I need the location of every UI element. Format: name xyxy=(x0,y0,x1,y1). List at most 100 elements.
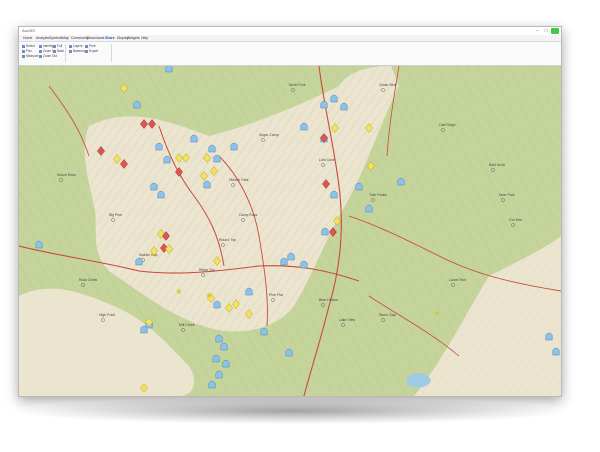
title-bar: ArcGIS – □ × xyxy=(19,27,561,35)
shelter-marker-icon[interactable] xyxy=(212,354,220,363)
tool-icon xyxy=(39,49,42,53)
place-label: Deer Park xyxy=(499,193,515,197)
shelter-marker-icon[interactable] xyxy=(215,370,223,379)
shelter-marker-icon[interactable] xyxy=(340,102,348,111)
ribbon-button[interactable]: Basemap xyxy=(69,49,86,53)
shelter-marker-icon[interactable] xyxy=(397,177,405,186)
ribbon-button[interactable]: Measure xyxy=(22,54,38,58)
menu-item[interactable]: Symbols xyxy=(49,35,62,41)
close-icon[interactable]: × xyxy=(551,28,559,34)
place-label: Mount Ross xyxy=(57,173,76,177)
menu-bar: Home Analysis Symbols Map Community Downloads… xyxy=(19,35,561,42)
star-marker-icon[interactable]: ★ xyxy=(205,291,212,300)
menu-item[interactable]: Home xyxy=(23,35,32,41)
shelter-marker-icon[interactable] xyxy=(355,182,363,191)
menu-item[interactable]: Widgets xyxy=(127,35,140,41)
ribbon-separator xyxy=(111,44,112,62)
ribbon-button-label: Identify xyxy=(43,44,54,48)
shelter-marker-icon[interactable] xyxy=(330,190,338,199)
star-marker-icon[interactable]: ★ xyxy=(175,287,182,296)
place-label: Fox Den xyxy=(509,218,522,222)
ribbon-button-label: Select xyxy=(26,44,35,48)
menu-item[interactable]: Downloads xyxy=(87,35,104,41)
place-label: Hidden Falls xyxy=(229,178,249,182)
shelter-marker-icon[interactable] xyxy=(300,260,308,269)
ribbon-button-label: Pan xyxy=(26,49,32,53)
shelter-marker-icon[interactable] xyxy=(365,204,373,213)
shelter-marker-icon[interactable] xyxy=(220,342,228,351)
ribbon-button[interactable]: Pan xyxy=(22,49,32,53)
shelter-marker-icon[interactable] xyxy=(280,257,288,266)
ribbon-button[interactable]: Select xyxy=(22,44,35,48)
shelter-marker-icon[interactable] xyxy=(155,142,163,151)
maximize-icon[interactable]: □ xyxy=(542,28,550,34)
ribbon-button[interactable]: Layers xyxy=(69,44,83,48)
shelter-marker-icon[interactable] xyxy=(215,334,223,343)
shelter-marker-icon[interactable] xyxy=(150,182,158,191)
ribbon-button-label: Print xyxy=(89,44,96,48)
shelter-marker-icon[interactable] xyxy=(203,180,211,189)
menu-item[interactable]: Analysis xyxy=(36,35,49,41)
ribbon-separator xyxy=(65,44,66,62)
shelter-marker-icon[interactable] xyxy=(321,227,329,236)
shelter-marker-icon[interactable] xyxy=(300,122,308,131)
place-label: Lost Cove xyxy=(319,158,335,162)
shelter-marker-icon[interactable] xyxy=(135,257,143,266)
tool-icon xyxy=(39,54,42,58)
place-label: Lake View xyxy=(339,318,356,322)
shelter-marker-icon[interactable] xyxy=(190,134,198,143)
shelter-marker-icon[interactable] xyxy=(35,240,43,249)
shelter-marker-icon[interactable] xyxy=(287,252,295,261)
shelter-marker-icon[interactable] xyxy=(208,380,216,389)
minimize-icon[interactable]: – xyxy=(533,28,541,34)
ribbon-button[interactable]: Print xyxy=(85,44,96,48)
shelter-marker-icon[interactable] xyxy=(545,332,553,341)
menu-item[interactable]: Map xyxy=(62,35,69,41)
shelter-marker-icon[interactable] xyxy=(330,94,338,103)
tool-icon xyxy=(85,49,88,53)
ribbon-button[interactable]: Full xyxy=(53,44,62,48)
shelter-marker-icon[interactable] xyxy=(285,348,293,357)
tool-icon xyxy=(53,49,56,53)
shelter-marker-icon[interactable] xyxy=(245,287,253,296)
window-title: ArcGIS xyxy=(22,28,35,33)
ribbon-button[interactable]: Export xyxy=(85,49,98,53)
shelter-marker-icon[interactable] xyxy=(157,190,165,199)
shelter-marker-icon[interactable] xyxy=(140,325,148,334)
shelter-marker-icon[interactable] xyxy=(222,359,230,368)
star-marker-icon[interactable]: ★ xyxy=(433,309,440,318)
ribbon-button-label: Layers xyxy=(73,44,83,48)
ribbon-button[interactable]: Back xyxy=(53,49,64,53)
shelter-marker-icon[interactable] xyxy=(165,66,173,73)
place-label: Ridge Top xyxy=(199,268,215,272)
shelter-marker-icon[interactable] xyxy=(163,155,171,164)
shelter-marker-icon[interactable] xyxy=(320,100,328,109)
shelter-marker-icon[interactable] xyxy=(230,142,238,151)
tool-icon xyxy=(39,44,42,48)
shelter-marker-icon[interactable] xyxy=(213,154,221,163)
tool-icon xyxy=(53,44,56,48)
map-view[interactable]: Mount Ross Big Pine Hidden Falls Camp Ross S… xyxy=(19,66,561,396)
place-label: Laurel Run xyxy=(449,278,466,282)
place-label: Big Pine xyxy=(109,213,122,217)
shelter-marker-icon[interactable] xyxy=(213,300,221,309)
shelter-marker-icon[interactable] xyxy=(552,347,560,356)
place-label: North Fork xyxy=(289,83,306,87)
ribbon-button-label: Export xyxy=(89,49,99,53)
place-label: Bear Hollow xyxy=(319,298,338,302)
ribbon-button[interactable]: Zoom Out xyxy=(39,54,57,58)
place-label: Cedar Bluff xyxy=(379,83,396,87)
tool-icon xyxy=(69,49,72,53)
place-label: Mill Creek xyxy=(179,323,195,327)
ribbon-button[interactable]: Identify xyxy=(39,44,53,48)
shelter-marker-icon[interactable] xyxy=(260,327,268,336)
place-label: High Point xyxy=(99,313,115,317)
shelter-marker-icon[interactable] xyxy=(208,144,216,153)
menu-item[interactable]: Help xyxy=(141,35,148,41)
tool-icon xyxy=(69,44,72,48)
menu-item[interactable]: Share xyxy=(105,35,115,41)
place-label: Pine Flat xyxy=(269,293,283,297)
shelter-marker-icon[interactable] xyxy=(133,100,141,109)
place-label: Bald Knob xyxy=(489,163,505,167)
map-canvas[interactable]: Mount Ross Big Pine Hidden Falls Camp Ross S… xyxy=(19,66,561,396)
